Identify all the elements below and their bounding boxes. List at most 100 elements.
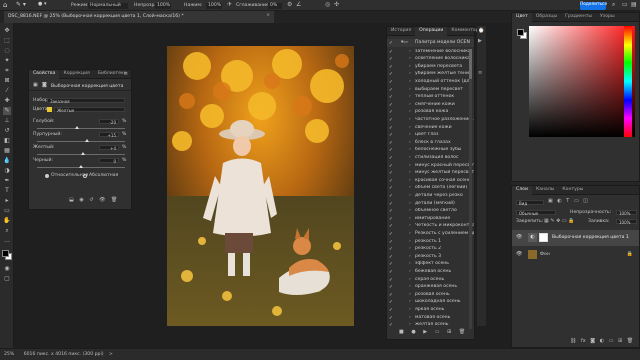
action-check[interactable]: ✓: [389, 262, 394, 267]
add-mask-icon[interactable]: ◙: [590, 338, 595, 344]
action-check[interactable]: ✓: [389, 65, 394, 70]
action-item[interactable]: ✓ › минус желтый пересвет: [387, 170, 474, 178]
expand-arrow-icon[interactable]: ›: [409, 64, 411, 70]
tab-properties[interactable]: Свойства: [29, 70, 60, 79]
expand-arrow-icon[interactable]: ›: [409, 79, 411, 85]
action-check[interactable]: ✓: [389, 133, 394, 138]
expand-arrow-icon[interactable]: ›: [409, 49, 411, 55]
stamp-tool-icon[interactable]: ⊥: [3, 117, 11, 125]
expand-arrow-icon[interactable]: ›: [409, 246, 411, 252]
expand-arrow-icon[interactable]: ›: [409, 178, 411, 184]
zoom-tool-icon[interactable]: ⌕: [3, 227, 11, 235]
action-group-row[interactable]: ✓ ▾▭ Палитра модели OCEN: [387, 39, 474, 47]
action-item[interactable]: ✓ › свечение кожи: [387, 124, 474, 132]
action-item[interactable]: ✓ › яркая осень: [387, 306, 474, 314]
tab-channels[interactable]: Каналы: [532, 186, 558, 195]
move-tool-icon[interactable]: ✥: [3, 27, 11, 35]
action-check[interactable]: ✓: [389, 50, 394, 55]
slider-value-field[interactable]: -20: [99, 119, 119, 124]
expand-arrow-icon[interactable]: ›: [409, 110, 411, 115]
shape-tool-icon[interactable]: ▭: [3, 207, 11, 215]
expand-arrow-icon[interactable]: ›: [409, 277, 411, 283]
action-item[interactable]: ✓ › минус красный пересвет: [387, 162, 474, 170]
visibility-eye-icon[interactable]: 👁: [516, 235, 522, 240]
action-item[interactable]: ✓ › резкость 1: [387, 238, 474, 246]
action-check[interactable]: ✓: [389, 255, 394, 260]
tab-gradients[interactable]: Градиенты: [561, 13, 596, 22]
clip-layer-icon[interactable]: ⬓: [69, 197, 74, 203]
search-icon[interactable]: ⌕: [612, 1, 615, 8]
action-check[interactable]: ✓: [389, 308, 394, 313]
action-check[interactable]: ✓: [389, 156, 394, 161]
action-check[interactable]: ✓: [389, 316, 394, 321]
status-arrow-icon[interactable]: >: [109, 352, 113, 357]
action-item[interactable]: ✓ › детали (мягкий): [387, 200, 474, 208]
expand-arrow-icon[interactable]: ›: [409, 94, 411, 100]
airbrush-icon[interactable]: ✈: [227, 2, 232, 8]
expand-arrow-icon[interactable]: ›: [409, 284, 411, 290]
action-item[interactable]: ✓ › резкость 3: [387, 253, 474, 261]
document-tab[interactable]: DSC_8816.NEF @ 25% (Выборочная коррекция…: [4, 11, 274, 23]
dodge-tool-icon[interactable]: ◑: [3, 167, 11, 175]
action-item[interactable]: ✓ › белоснежные зубы: [387, 147, 474, 155]
brush-size-indicator[interactable]: ● ▾: [38, 2, 58, 9]
panel-menu-icon[interactable]: ≡: [124, 72, 128, 77]
symmetry-icon[interactable]: ✣: [334, 2, 339, 8]
expand-arrow-icon[interactable]: ›: [409, 148, 411, 153]
action-check[interactable]: ✓: [389, 247, 394, 252]
share-button[interactable]: Поделиться: [580, 1, 607, 10]
expand-arrow-icon[interactable]: ›: [409, 254, 411, 260]
absolute-radio[interactable]: [83, 174, 87, 178]
action-check[interactable]: ✓: [389, 224, 394, 229]
action-check[interactable]: ✓: [389, 72, 394, 77]
crop-tool-icon[interactable]: ⌗: [3, 67, 11, 75]
color-field[interactable]: [529, 26, 635, 137]
slider-track[interactable]: [37, 165, 125, 168]
action-item[interactable]: ✓ › объемное светло: [387, 208, 474, 216]
action-check[interactable]: ✓: [389, 202, 394, 207]
action-check[interactable]: ✓: [389, 186, 394, 191]
slider-value-field[interactable]: +4: [99, 145, 119, 150]
action-check[interactable]: ✓: [389, 110, 394, 115]
document-canvas-photo[interactable]: [167, 46, 354, 326]
type-tool-icon[interactable]: T: [3, 187, 11, 195]
close-tab-icon[interactable]: ×: [266, 13, 270, 19]
slider-knob[interactable]: [79, 165, 83, 168]
marquee-tool-icon[interactable]: ⬚: [3, 37, 11, 45]
slider-knob[interactable]: [74, 126, 79, 129]
expand-arrow-icon[interactable]: ›: [409, 231, 411, 237]
action-check[interactable]: ✓: [389, 179, 394, 184]
brush-tool-icon[interactable]: ✎: [3, 107, 11, 115]
action-check[interactable]: ✓: [389, 80, 394, 85]
new-adjustment-icon[interactable]: ◐: [600, 338, 604, 344]
action-item[interactable]: ✓ › объем света (легкий): [387, 185, 474, 193]
action-item[interactable]: ✓ › оранжевая осень: [387, 284, 474, 292]
relative-radio[interactable]: [45, 174, 49, 178]
slider-knob[interactable]: [80, 152, 85, 155]
visibility-icon[interactable]: 👁: [99, 197, 105, 203]
frame-tool-icon[interactable]: ⊠: [3, 77, 11, 85]
action-check[interactable]: ✓: [389, 118, 394, 123]
action-item[interactable]: ✓ › блеск в глазах: [387, 139, 474, 147]
action-check[interactable]: ✓: [389, 293, 394, 298]
actions-scrollbar[interactable]: [469, 49, 472, 329]
expand-arrow-icon[interactable]: ›: [409, 262, 411, 267]
action-check[interactable]: ✓: [389, 217, 394, 222]
delete-layer-icon[interactable]: 🗑: [627, 338, 633, 344]
action-item[interactable]: ✓ › частотное разложение ...: [387, 116, 474, 124]
reset-icon[interactable]: ↺: [89, 197, 93, 203]
expand-arrow-icon[interactable]: ›: [409, 186, 411, 191]
foreground-color-swatch[interactable]: [2, 250, 9, 257]
dock-properties-icon[interactable]: ≡: [478, 71, 482, 76]
delete-action-icon[interactable]: 🗑: [459, 329, 465, 335]
stop-icon[interactable]: ■: [399, 329, 404, 335]
expand-arrow-icon[interactable]: ›: [409, 163, 411, 169]
expand-arrow-icon[interactable]: ›: [409, 125, 411, 131]
action-check[interactable]: ✓: [389, 148, 394, 153]
action-item[interactable]: ✓ › матовая осень: [387, 314, 474, 322]
action-item[interactable]: ✓ › стилизация волос: [387, 154, 474, 162]
quick-mask-icon[interactable]: ◉: [3, 265, 11, 273]
action-item[interactable]: ✓ › теплый оттенок: [387, 94, 474, 102]
filter-type-icon[interactable]: T: [566, 198, 569, 204]
action-check[interactable]: ✓: [389, 88, 394, 93]
